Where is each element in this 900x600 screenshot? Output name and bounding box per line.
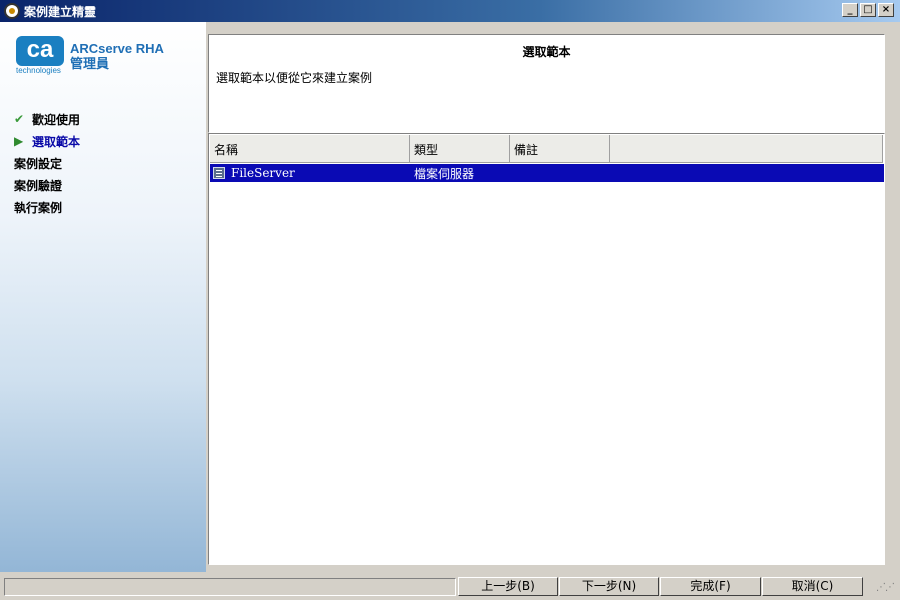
template-list[interactable]: 名稱 類型 備註 FileServer 檔案伺服器 (208, 133, 885, 565)
column-name[interactable]: 名稱 (210, 135, 410, 163)
arrow-right-icon: ▶ (14, 134, 24, 148)
minimize-button[interactable]: _ (842, 3, 858, 17)
finish-button[interactable]: 完成(F) (660, 577, 761, 596)
product-name: ARCserve RHA 管理員 (70, 41, 164, 71)
column-notes[interactable]: 備註 (510, 135, 610, 163)
step-label: 案例設定 (14, 156, 63, 171)
title-bar[interactable]: 案例建立精靈 _ □ × (0, 0, 900, 22)
column-header: 名稱 類型 備註 (210, 135, 883, 163)
column-empty (610, 135, 883, 163)
step-label: 歡迎使用 (32, 112, 81, 127)
maximize-button[interactable]: □ (860, 3, 876, 17)
resize-grip-icon[interactable]: ⋰⋰ (876, 582, 895, 593)
step-welcome: ✔ 歡迎使用 (14, 108, 80, 130)
wizard-sidebar: ca technologies ARCserve RHA 管理員 ✔ 歡迎使用 … (0, 22, 206, 572)
window-title: 案例建立精靈 (24, 4, 97, 19)
step-label: 執行案例 (14, 200, 63, 215)
step-label: 選取範本 (32, 134, 81, 149)
server-icon (213, 167, 225, 179)
table-row[interactable]: FileServer 檔案伺服器 (210, 164, 884, 182)
row-name-cell: FileServer (210, 166, 410, 180)
window-controls: _ □ × (842, 3, 894, 17)
checkmark-icon: ✔ (14, 112, 25, 126)
product-line-2: 管理員 (70, 56, 110, 71)
page-title: 選取範本 (522, 45, 571, 59)
next-button[interactable]: 下一步(N) (559, 577, 659, 596)
logo-subtext: technologies (16, 66, 61, 75)
column-type[interactable]: 類型 (410, 135, 510, 163)
wizard-steps: ✔ 歡迎使用 ▶ 選取範本 案例設定 案例驗證 執行案例 (14, 108, 80, 218)
row-type: 檔案伺服器 (414, 166, 475, 181)
ca-logo: ca technologies (16, 36, 64, 76)
page-description: 選取範本以便從它來建立案例 (216, 71, 373, 85)
step-scenario-verification: 案例驗證 (14, 174, 80, 196)
close-button[interactable]: × (878, 3, 894, 17)
back-button[interactable]: 上一步(B) (458, 577, 558, 596)
page-header: 選取範本 選取範本以便從它來建立案例 (208, 34, 885, 133)
step-run-scenario: 執行案例 (14, 196, 80, 218)
step-select-template: ▶ 選取範本 (14, 130, 80, 152)
row-name: FileServer (231, 166, 295, 180)
logo-mark: ca (16, 36, 64, 66)
cancel-button[interactable]: 取消(C) (762, 577, 863, 596)
step-scenario-settings: 案例設定 (14, 152, 80, 174)
button-bar: 上一步(B) 下一步(N) 完成(F) 取消(C) ⋰⋰ (0, 572, 900, 600)
status-field (4, 578, 456, 596)
app-icon (4, 3, 20, 19)
product-line-1: ARCserve RHA (70, 41, 164, 56)
step-label: 案例驗證 (14, 178, 63, 193)
